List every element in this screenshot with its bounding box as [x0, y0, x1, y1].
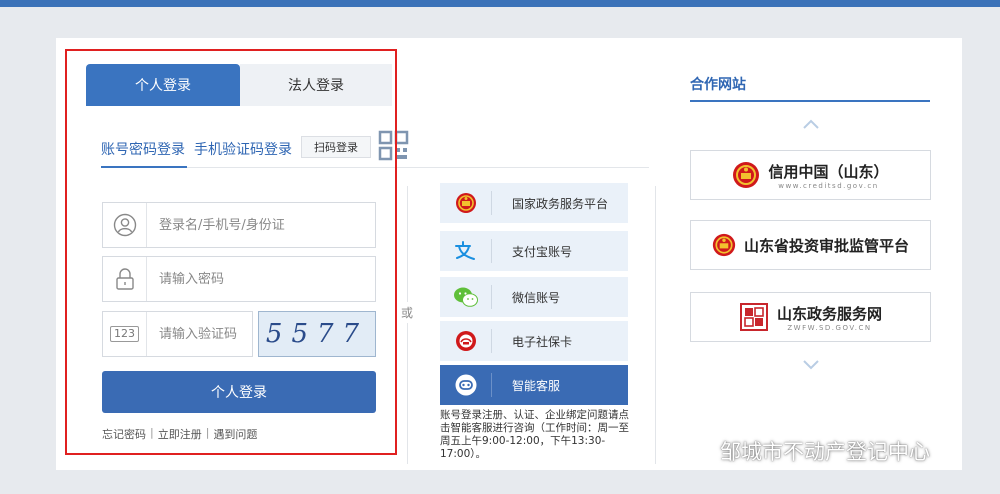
username-field — [102, 202, 376, 248]
seal-logo-icon — [739, 303, 768, 331]
tab-corporate-login[interactable]: 法人登录 — [240, 64, 392, 106]
mode-account-password[interactable]: 账号密码登录 — [101, 139, 185, 159]
partner-url: www.creditsd.gov.cn — [778, 181, 879, 190]
register-link[interactable]: 立即注册 — [158, 426, 202, 442]
partner-name: 山东省投资审批监管平台 — [743, 236, 909, 255]
service-label: 电子社保卡 — [512, 334, 573, 349]
social-security-icon — [440, 329, 492, 353]
partner-shandong-government-service[interactable]: 山东政务服务网 ZWFW.SD.GOV.CN — [690, 292, 931, 342]
service-note: 账号登录注册、认证、企业绑定问题请点击智能客服进行咨询（工作时间：周一至周五上午… — [440, 409, 629, 460]
wechat-watermark-icon — [676, 438, 710, 464]
auxiliary-links: 忘记密码 | 立即注册 | 遇到问题 — [102, 426, 257, 442]
captcha-input[interactable] — [147, 312, 252, 356]
top-bar — [0, 0, 1000, 7]
password-input[interactable] — [147, 257, 375, 301]
service-wechat[interactable]: 微信账号 — [440, 277, 628, 317]
service-national-platform[interactable]: 国家政务服务平台 — [440, 183, 628, 223]
mode-scan-button[interactable]: 扫码登录 — [301, 136, 371, 158]
service-label: 智能客服 — [512, 378, 561, 393]
tab-personal-login[interactable]: 个人登录 — [86, 64, 240, 106]
captcha-code-icon: 123 — [103, 312, 147, 356]
partner-name: 信用中国（山东） — [768, 162, 889, 181]
partner-sites-title: 合作网站 — [690, 77, 746, 93]
help-link[interactable]: 遇到问题 — [213, 426, 257, 442]
link-separator: | — [150, 426, 154, 439]
alipay-icon — [440, 239, 492, 263]
user-icon — [103, 203, 147, 247]
username-input[interactable] — [147, 203, 375, 247]
vertical-divider — [655, 186, 656, 464]
lock-icon — [103, 257, 147, 301]
service-alipay[interactable]: 支付宝账号 — [440, 231, 628, 271]
service-social-security-card[interactable]: 电子社保卡 — [440, 321, 628, 361]
customer-service-icon — [440, 373, 492, 397]
partner-credit-china-shandong[interactable]: 信用中国（山东） www.creditsd.gov.cn — [690, 150, 931, 200]
mode-phone-code[interactable]: 手机验证码登录 — [194, 139, 292, 159]
personal-login-button[interactable]: 个人登录 — [102, 371, 376, 413]
national-emblem-icon — [440, 191, 492, 215]
service-label: 支付宝账号 — [512, 244, 573, 259]
partner-investment-approval-platform[interactable]: 山东省投资审批监管平台 — [690, 220, 931, 270]
link-separator: | — [205, 426, 210, 439]
partner-name: 山东政务服务网 — [776, 304, 882, 323]
captcha-field: 123 — [102, 311, 253, 357]
service-label: 微信账号 — [512, 290, 561, 305]
captcha-image[interactable]: 5577 — [258, 311, 376, 357]
forgot-password-link[interactable]: 忘记密码 — [102, 426, 146, 442]
watermark-text: 邹城市不动产登记中心 — [720, 440, 930, 464]
or-label: 或 — [401, 302, 414, 323]
watermark: 邹城市不动产登记中心 — [676, 436, 930, 466]
national-emblem-icon — [733, 162, 760, 188]
vertical-divider — [407, 186, 408, 464]
password-field — [102, 256, 376, 302]
wechat-icon — [440, 285, 492, 309]
service-label: 国家政务服务平台 — [512, 196, 609, 211]
partner-title-underline — [690, 100, 930, 102]
national-emblem-icon — [712, 233, 736, 257]
active-mode-underline — [101, 166, 187, 168]
chevron-down-icon[interactable] — [801, 358, 821, 372]
qr-code-icon[interactable] — [378, 130, 409, 161]
chevron-up-icon[interactable] — [801, 117, 821, 131]
partner-url: ZWFW.SD.GOV.CN — [787, 323, 872, 332]
service-smart-customer-service[interactable]: 智能客服 — [440, 365, 628, 405]
